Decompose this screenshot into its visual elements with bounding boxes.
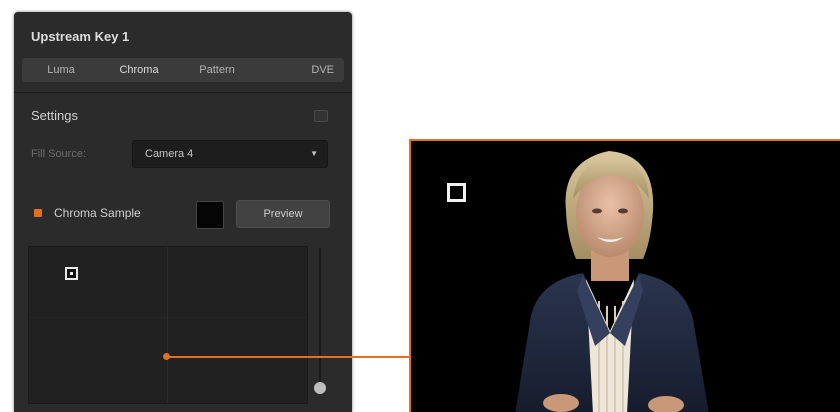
panel-title: Upstream Key 1	[31, 29, 130, 44]
upstream-key-panel: Upstream Key 1 Luma Chroma Pattern DVE S…	[14, 12, 352, 412]
divider	[14, 92, 352, 93]
callout-dot	[163, 353, 170, 360]
dropdown-arrow-icon: ▼	[310, 149, 318, 158]
fill-source-value: Camera 4	[145, 148, 194, 160]
chroma-sample-swatch	[196, 201, 224, 229]
grid-line	[167, 247, 168, 403]
settings-heading: Settings	[31, 108, 78, 123]
fill-source-select[interactable]: Camera 4 ▼	[132, 140, 328, 168]
tab-chroma[interactable]: Chroma	[100, 58, 178, 82]
grid-line	[29, 317, 307, 318]
fill-source-label: Fill Source:	[31, 148, 87, 160]
chroma-sample-label: Chroma Sample	[54, 206, 141, 220]
tab-pattern[interactable]: Pattern	[178, 58, 256, 82]
preview-button[interactable]: Preview	[236, 200, 330, 228]
key-type-tabs: Luma Chroma Pattern DVE	[22, 58, 344, 82]
chroma-sample-indicator-icon[interactable]	[34, 209, 42, 217]
sample-size-slider-track[interactable]	[319, 248, 321, 384]
chroma-sample-area[interactable]	[28, 246, 308, 404]
slider-knob-icon[interactable]	[314, 382, 326, 394]
settings-toggle-icon[interactable]	[314, 110, 328, 122]
presenter-image	[515, 151, 709, 412]
tab-luma[interactable]: Luma	[22, 58, 100, 82]
preview-window	[409, 139, 840, 412]
sample-marker-icon[interactable]	[65, 267, 78, 280]
tab-dve[interactable]: DVE	[256, 58, 344, 82]
callout-line	[167, 356, 409, 358]
